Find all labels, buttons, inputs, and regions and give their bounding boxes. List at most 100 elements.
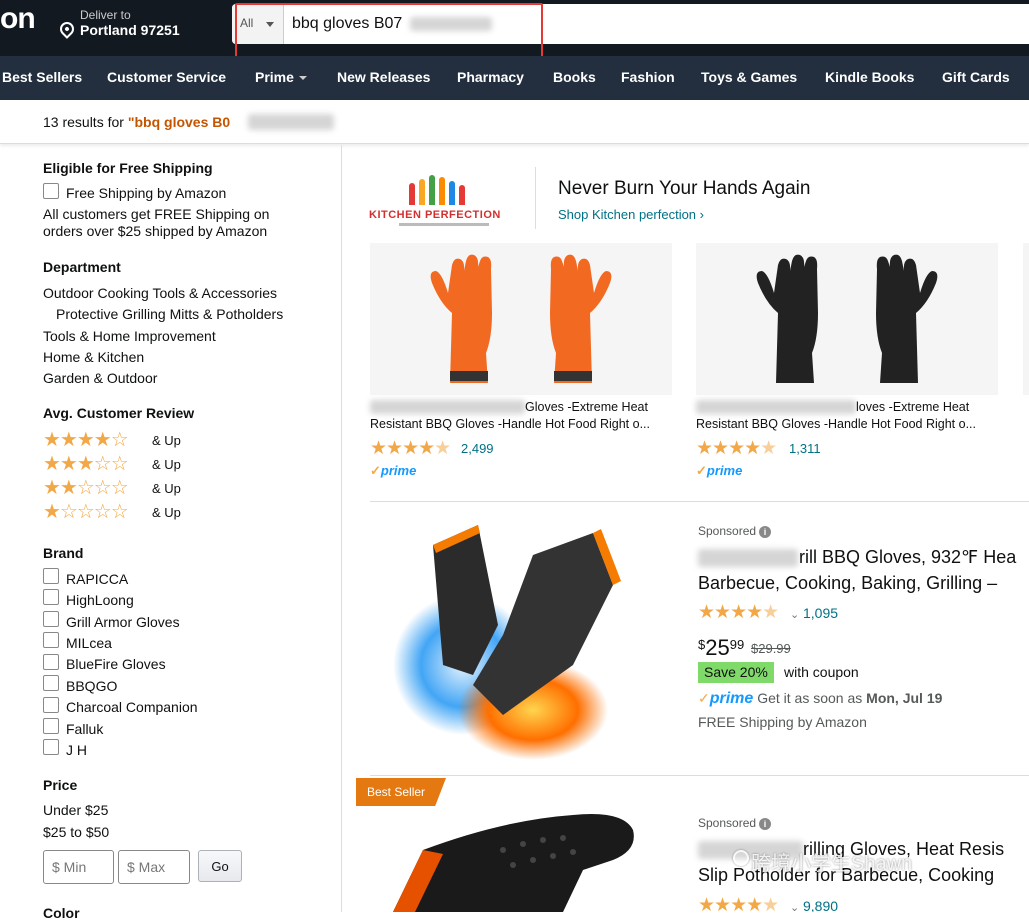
nav-pharmacy[interactable]: Pharmacy	[457, 69, 524, 85]
review-count[interactable]: 9,890	[803, 898, 838, 912]
kitchen-perfection-logo[interactable]: KITCHEN PERFECTION	[369, 171, 519, 231]
nav-kindle-books[interactable]: Kindle Books	[825, 69, 914, 85]
nav-customer-service[interactable]: Customer Service	[107, 69, 226, 85]
free-shipping-option[interactable]: Free Shipping by Amazon	[66, 185, 226, 201]
brand-label[interactable]: Grill Armor Gloves	[66, 614, 180, 630]
divider	[370, 775, 1029, 776]
price-min-input[interactable]: $ Min	[43, 850, 114, 884]
brand-label[interactable]: Charcoal Companion	[66, 699, 198, 715]
price-whole: 25	[705, 635, 730, 660]
price-range-link[interactable]: $25 to $50	[43, 824, 109, 841]
review-count[interactable]: 2,499	[461, 441, 494, 456]
card-title[interactable]: Resistant BBQ Gloves -Handle Hot Food Ri…	[370, 417, 672, 431]
coupon-suffix: with coupon	[784, 664, 859, 680]
rating-stars[interactable]: ★★★★★	[696, 437, 777, 460]
banner-product-card[interactable]: loves -Extreme Heat Resistant BBQ Gloves…	[696, 243, 998, 483]
brand-checkbox[interactable]	[43, 654, 59, 670]
review-count[interactable]: 1,311	[789, 441, 821, 456]
department-link[interactable]: Outdoor Cooking Tools & Accessories	[43, 285, 277, 302]
chevron-down-icon[interactable]: ⌄	[790, 901, 799, 912]
review-filter-4[interactable]: ★★★★☆	[43, 430, 129, 450]
product-image[interactable]	[370, 243, 672, 395]
info-icon[interactable]: i	[759, 817, 772, 830]
brand-checkbox[interactable]	[43, 568, 59, 584]
shop-brand-link[interactable]: Shop Kitchen perfection ›	[558, 207, 704, 222]
brand-checkbox[interactable]	[43, 718, 59, 734]
utensil-icon	[429, 175, 435, 205]
review-count[interactable]: 1,095	[803, 605, 838, 621]
nav-new-releases[interactable]: New Releases	[337, 69, 430, 85]
department-link[interactable]: Home & Kitchen	[43, 349, 144, 366]
nav-bar: Best Sellers Customer Service Prime New …	[0, 56, 1029, 100]
rating-stars[interactable]: ★★★★★	[698, 894, 779, 912]
department-link[interactable]: Garden & Outdoor	[43, 370, 157, 387]
review-and-up[interactable]: & Up	[152, 433, 181, 448]
product-title[interactable]: Barbecue, Cooking, Baking, Grilling –	[698, 573, 997, 594]
logo-tagline	[399, 223, 489, 226]
product-title[interactable]: rill BBQ Gloves, 932℉ Hea	[799, 547, 1016, 568]
review-and-up[interactable]: & Up	[152, 481, 181, 496]
banner-product-card[interactable]: Gloves -Extreme Heat Resistant BBQ Glove…	[370, 243, 672, 483]
department-link[interactable]: Protective Grilling Mitts & Potholders	[56, 306, 283, 323]
nav-toys-games[interactable]: Toys & Games	[701, 69, 797, 85]
product-image[interactable]	[383, 810, 653, 912]
rating-stars[interactable]: ★★★★★	[370, 437, 451, 460]
product-price[interactable]: $2599	[698, 635, 744, 661]
review-filter-1[interactable]: ★☆☆☆☆	[43, 502, 129, 522]
product-image[interactable]	[696, 243, 998, 395]
brand-checkbox[interactable]	[43, 739, 59, 755]
nav-fashion[interactable]: Fashion	[621, 69, 675, 85]
deliver-to[interactable]: Deliver to Portland 97251	[57, 8, 208, 44]
delivery-info: ✓prime Get it as soon as Mon, Jul 19	[698, 690, 942, 708]
price-go-button[interactable]: Go	[198, 850, 242, 882]
brand-label[interactable]: BlueFire Gloves	[66, 656, 166, 672]
card-title[interactable]: Resistant BBQ Gloves -Handle Hot Food Ri…	[696, 417, 998, 431]
filter-sidebar: Eligible for Free Shipping Free Shipping…	[0, 145, 342, 921]
rating-stars[interactable]: ★★★★★	[698, 601, 779, 624]
review-and-up[interactable]: & Up	[152, 457, 181, 472]
brand-label[interactable]: J H	[66, 742, 87, 758]
brand-checkbox[interactable]	[43, 632, 59, 648]
black-glove-image	[393, 814, 634, 912]
price-max-input[interactable]: $ Max	[118, 850, 190, 884]
prime-badge: ✓prime	[696, 463, 743, 478]
chevron-down-icon[interactable]: ⌄	[790, 608, 799, 621]
nav-best-sellers[interactable]: Best Sellers	[2, 69, 82, 85]
banner-divider	[535, 167, 536, 229]
results-main: KITCHEN PERFECTION Never Burn Your Hands…	[343, 145, 1029, 912]
brand-checkbox[interactable]	[43, 697, 59, 713]
banner-headline[interactable]: Never Burn Your Hands Again	[558, 178, 810, 200]
product-image[interactable]	[383, 515, 653, 760]
info-icon[interactable]: i	[759, 525, 772, 538]
brand-label[interactable]: MILcea	[66, 635, 112, 651]
brand-label[interactable]: RAPICCA	[66, 571, 128, 587]
results-count: 13 results for "bbq gloves B0	[43, 114, 230, 130]
watermark: 跨境小学生Shawn	[751, 853, 913, 875]
utensil-icon	[449, 181, 455, 205]
amazon-logo[interactable]: on	[0, 2, 36, 36]
nav-gift-cards[interactable]: Gift Cards	[942, 69, 1010, 85]
department-link[interactable]: Tools & Home Improvement	[43, 328, 216, 345]
review-filter-3[interactable]: ★★★☆☆	[43, 454, 129, 474]
redacted-text	[248, 114, 334, 130]
brand-checkbox[interactable]	[43, 611, 59, 627]
department-heading: Department	[43, 259, 121, 275]
best-seller-badge: Best Seller	[356, 778, 446, 806]
review-filter-2[interactable]: ★★☆☆☆	[43, 478, 129, 498]
free-shipping-checkbox[interactable]	[43, 183, 59, 199]
price-range-link[interactable]: Under $25	[43, 802, 108, 819]
brand-label[interactable]: HighLoong	[66, 592, 134, 608]
brand-label[interactable]: BBQGO	[66, 678, 117, 694]
nav-prime[interactable]: Prime	[255, 69, 307, 85]
nav-books[interactable]: Books	[553, 69, 596, 85]
review-heading: Avg. Customer Review	[43, 405, 195, 421]
card-title[interactable]: loves -Extreme Heat	[856, 400, 1001, 414]
chevron-down-icon	[298, 76, 307, 81]
brand-label[interactable]: Falluk	[66, 721, 103, 737]
coupon-badge[interactable]: Save 20%	[698, 662, 774, 683]
review-and-up[interactable]: & Up	[152, 505, 181, 520]
black-gloves-image	[756, 254, 938, 383]
brand-checkbox[interactable]	[43, 589, 59, 605]
brand-checkbox[interactable]	[43, 675, 59, 691]
card-title[interactable]: Gloves -Extreme Heat	[525, 400, 675, 414]
